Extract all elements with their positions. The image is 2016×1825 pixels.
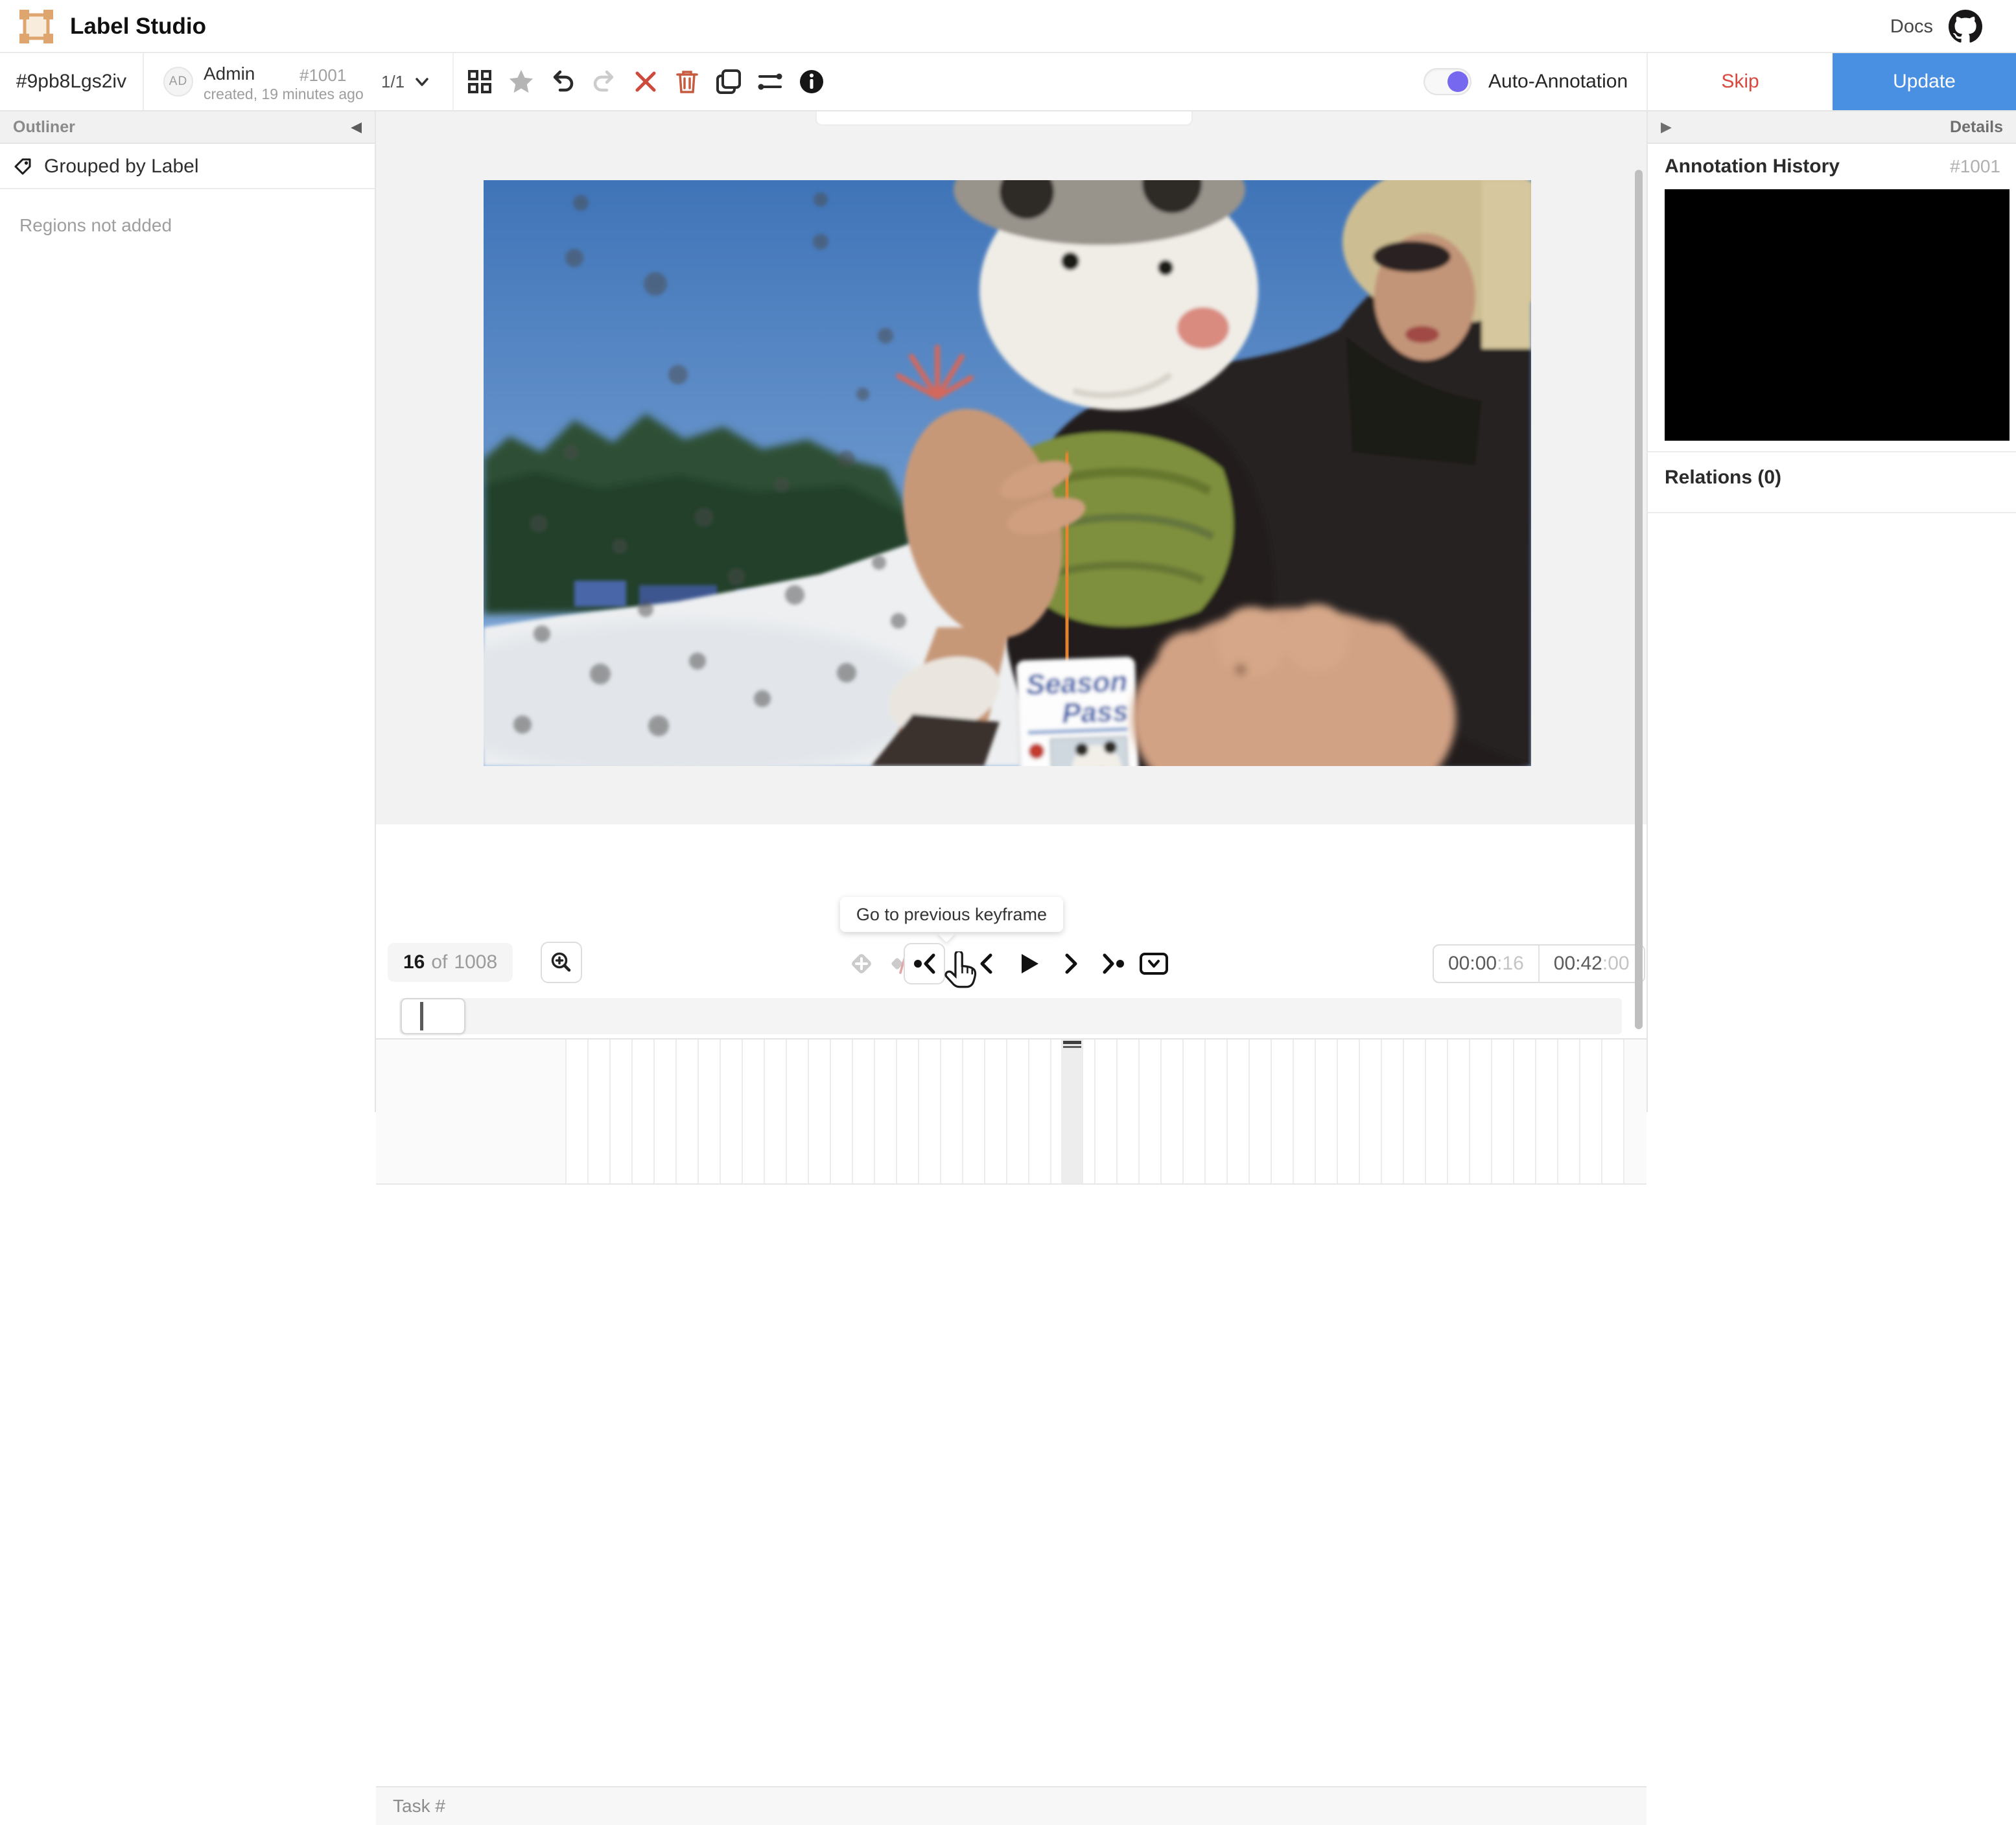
relations-icon[interactable] [757, 67, 783, 96]
frames-grid[interactable] [565, 1040, 1624, 1183]
add-keyframe-button[interactable] [841, 943, 882, 984]
prev-keyframe-icon [914, 953, 935, 974]
chevron-right-icon [1065, 953, 1077, 974]
prev-keyframe-button[interactable] [904, 943, 945, 984]
chevron-left-icon [980, 953, 992, 974]
outliner-title: Outliner [13, 117, 75, 136]
expand-right-icon[interactable]: ▶ [1661, 119, 1672, 135]
auto-annotation-label: Auto-Annotation [1488, 71, 1628, 92]
next-frame-button[interactable] [1050, 943, 1092, 984]
annotation-pager[interactable]: 1/1 [381, 53, 430, 110]
current-time: 00:00:16 [1434, 946, 1540, 982]
tooltip: Go to previous keyframe [840, 897, 1063, 932]
current-time-main: 00:00 [1448, 953, 1497, 974]
tag-icon [14, 158, 31, 175]
vertical-scrollbar[interactable] [1635, 170, 1643, 1029]
outliner-header: Outliner ◀ [0, 111, 375, 144]
video-controls-zone: 16 of 1008 Go to previous keyframe 00:00… [376, 824, 1647, 1825]
next-keyframe-icon [1103, 953, 1124, 974]
annotation-history-row: Annotation History #1001 [1665, 156, 2000, 178]
timeline-footer: Task # [376, 1786, 1647, 1825]
divider [1648, 512, 2016, 513]
auto-annotation-control: Auto-Annotation [1424, 53, 1628, 110]
collapse-left-icon[interactable]: ◀ [351, 119, 362, 135]
floating-panel-edge [815, 111, 1193, 126]
frame-current[interactable]: 16 [403, 951, 425, 973]
badge-title-line2: Pass [1061, 695, 1129, 730]
annotation-history-id: #1001 [1950, 156, 2000, 176]
group-by-label: Grouped by Label [44, 156, 199, 177]
task-id[interactable]: #9pb8Lgs2iv [0, 53, 144, 110]
redo-icon[interactable] [591, 67, 617, 96]
frame-total: 1008 [454, 951, 498, 973]
regions-empty-message: Regions not added [19, 215, 172, 235]
zoom-button[interactable] [541, 942, 582, 983]
frames-ruler [376, 1038, 1647, 1185]
task-label: Task # [393, 1796, 445, 1816]
details-title: Details [1950, 117, 2003, 136]
timeline-seekbar[interactable] [399, 998, 1622, 1034]
annotation-id: #1001 [299, 65, 347, 85]
next-keyframe-button[interactable] [1093, 943, 1134, 984]
auto-annotation-toggle[interactable] [1424, 68, 1471, 95]
annotation-history-title: Annotation History [1665, 156, 1840, 177]
frames-panel-toggle-button[interactable] [1133, 943, 1175, 984]
undo-icon[interactable] [550, 67, 576, 96]
panel-collapse-icon [1140, 953, 1168, 975]
details-header: ▶ Details [1648, 111, 2016, 144]
docs-link[interactable]: Docs [1890, 0, 1933, 53]
details-panel: ▶ Details Annotation History #1001 Relat… [1647, 111, 2016, 1112]
annotation-workspace: Season Pass RATATOUILLE BOWERS [376, 111, 1647, 1825]
skip-button[interactable]: Skip [1647, 53, 1833, 110]
star-icon[interactable] [508, 67, 534, 96]
annotation-history-content [1665, 189, 2010, 441]
video-frame-art: Season Pass RATATOUILLE BOWERS [484, 180, 1531, 766]
reject-icon[interactable] [633, 67, 659, 96]
time-display: 00:00:16 00:42:00 [1433, 944, 1645, 983]
group-by-label-control[interactable]: Grouped by Label [0, 145, 375, 189]
current-time-frames: :16 [1497, 953, 1524, 974]
timeline-playhead-line [420, 1002, 423, 1030]
relations-title: Relations (0) [1665, 467, 1782, 488]
play-icon [1022, 954, 1038, 973]
frame-counter[interactable]: 16 of 1008 [388, 943, 513, 982]
total-time: 00:42:00 [1540, 946, 1644, 982]
grid-view-icon[interactable] [467, 67, 493, 96]
chevron-down-icon [416, 78, 428, 86]
playhead-column[interactable] [1061, 1040, 1083, 1183]
hand-cursor [944, 951, 977, 988]
duplicate-icon[interactable] [716, 67, 742, 96]
update-button[interactable]: Update [1833, 53, 2016, 110]
app-title: Label Studio [70, 14, 206, 39]
outliner-panel: Outliner ◀ Grouped by Label Regions not … [0, 111, 376, 1112]
label-studio-logo-icon[interactable] [19, 10, 53, 43]
video-canvas[interactable]: Season Pass RATATOUILLE BOWERS [484, 180, 1531, 766]
zoom-in-icon [551, 952, 571, 972]
timeline-viewport-thumb[interactable] [401, 998, 465, 1034]
info-icon[interactable] [799, 67, 825, 96]
avatar: AD [163, 67, 193, 97]
annotation-toolbar [467, 53, 825, 110]
frame-of-label: of [431, 951, 448, 973]
github-icon[interactable] [1949, 10, 1982, 43]
add-keyframe-icon [852, 954, 871, 973]
total-time-frames: :00 [1602, 953, 1630, 974]
annotator-name: Admin [204, 64, 255, 84]
total-time-main: 00:42 [1553, 953, 1602, 974]
divider [1648, 451, 2016, 452]
delete-icon[interactable] [674, 67, 700, 96]
pager-count: 1/1 [381, 71, 405, 91]
play-button[interactable] [1008, 943, 1049, 984]
app-header: Label Studio Docs [0, 0, 2016, 53]
annotation-created: created, 19 minutes ago [204, 86, 364, 102]
task-bar: #9pb8Lgs2iv AD Admin #1001 created, 19 m… [0, 53, 2016, 111]
